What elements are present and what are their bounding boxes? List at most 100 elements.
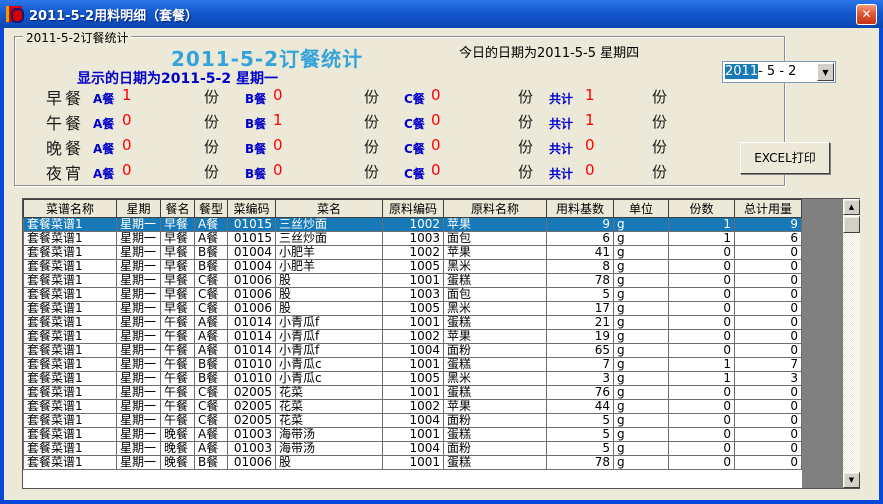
table-cell: 套餐菜谱1 <box>24 386 117 400</box>
table-row[interactable]: 套餐菜谱1星期一午餐A餐01014小青瓜f1004面粉65g00 <box>24 344 802 358</box>
table-cell: 1001 <box>383 428 444 442</box>
table-cell: 01004 <box>228 246 276 260</box>
column-header[interactable]: 菜编码 <box>228 200 276 218</box>
meal-total-value: 0 <box>585 161 595 179</box>
table-cell: 01003 <box>228 428 276 442</box>
table-cell: 晚餐 <box>161 428 195 442</box>
table-cell: 1003 <box>383 232 444 246</box>
table-row[interactable]: 套餐菜谱1星期一早餐A餐01015三丝炒面1002苹果9g19 <box>24 218 802 232</box>
table-cell: 9 <box>547 218 614 232</box>
column-header[interactable]: 餐名 <box>161 200 195 218</box>
table-row[interactable]: 套餐菜谱1星期一早餐A餐01015三丝炒面1003面包6g16 <box>24 232 802 246</box>
table-cell: 小肥羊 <box>276 246 383 260</box>
table-row[interactable]: 套餐菜谱1星期一午餐A餐01014小青瓜f1002苹果19g00 <box>24 330 802 344</box>
scroll-down-icon[interactable]: ▼ <box>843 472 860 488</box>
table-row[interactable]: 套餐菜谱1星期一晚餐A餐01003海带汤1001蛋糕5g00 <box>24 428 802 442</box>
table-row[interactable]: 套餐菜谱1星期一午餐C餐02005花菜1004面粉5g00 <box>24 414 802 428</box>
table-cell: 套餐菜谱1 <box>24 372 117 386</box>
grid-filler <box>802 199 843 488</box>
table-cell: 0 <box>735 400 802 414</box>
table-row[interactable]: 套餐菜谱1星期一午餐C餐02005花菜1001蛋糕76g00 <box>24 386 802 400</box>
table-cell: C餐 <box>195 386 228 400</box>
table-row[interactable]: 套餐菜谱1星期一午餐A餐01014小青瓜f1001蛋糕21g00 <box>24 316 802 330</box>
table-row[interactable]: 套餐菜谱1星期一早餐C餐01006股1003面包5g00 <box>24 288 802 302</box>
table-cell: 5 <box>547 428 614 442</box>
excel-print-button[interactable]: EXCEL打印 <box>740 142 830 174</box>
scroll-up-icon[interactable]: ▲ <box>843 199 860 215</box>
table-cell: 02005 <box>228 414 276 428</box>
meal-c-value: 0 <box>431 161 441 179</box>
table-row[interactable]: 套餐菜谱1星期一早餐C餐01006股1001蛋糕78g00 <box>24 274 802 288</box>
table-cell: 0 <box>669 288 735 302</box>
table-cell: g <box>614 246 669 260</box>
table-cell: 01010 <box>228 358 276 372</box>
meal-c-label: C餐 <box>404 140 425 157</box>
table-cell: 3 <box>735 372 802 386</box>
meal-stat-row: 夜宵A餐0份B餐0份C餐0份共计0份 <box>15 160 784 184</box>
date-combobox-selected-text: 2011 <box>725 64 758 79</box>
app-icon <box>6 6 22 22</box>
table-row[interactable]: 套餐菜谱1星期一晚餐B餐01006股1001蛋糕78g00 <box>24 456 802 470</box>
chevron-down-icon[interactable]: ▼ <box>817 63 834 81</box>
table-cell: 0 <box>735 316 802 330</box>
vertical-scrollbar[interactable]: ▲ ▼ <box>843 199 860 488</box>
close-button[interactable]: ✕ <box>856 4 877 25</box>
meal-name-label: 晚餐 <box>46 135 84 159</box>
table-cell: g <box>614 372 669 386</box>
table-cell: C餐 <box>195 302 228 316</box>
table-cell: 股 <box>276 456 383 470</box>
table-cell: 早餐 <box>161 302 195 316</box>
table-cell: 苹果 <box>444 246 547 260</box>
column-header[interactable]: 餐型 <box>195 200 228 218</box>
column-header[interactable]: 单位 <box>614 200 669 218</box>
table-cell: 套餐菜谱1 <box>24 414 117 428</box>
table-cell: 0 <box>735 246 802 260</box>
table-cell: 星期一 <box>117 442 161 456</box>
table-row[interactable]: 套餐菜谱1星期一早餐C餐01006股1005黑米17g00 <box>24 302 802 316</box>
table-cell: 0 <box>735 428 802 442</box>
table-cell: 0 <box>669 260 735 274</box>
table-row[interactable]: 套餐菜谱1星期一早餐B餐01004小肥羊1002苹果41g00 <box>24 246 802 260</box>
table-row[interactable]: 套餐菜谱1星期一晚餐A餐01003海带汤1004面粉5g00 <box>24 442 802 456</box>
table-cell: 0 <box>669 428 735 442</box>
table-cell: 黑米 <box>444 302 547 316</box>
table-row[interactable]: 套餐菜谱1星期一午餐B餐01010小青瓜c1005黑米3g13 <box>24 372 802 386</box>
table-cell: 星期一 <box>117 274 161 288</box>
meal-a-value: 0 <box>122 111 132 129</box>
meal-name-label: 午餐 <box>46 110 84 134</box>
table-cell: 5 <box>547 414 614 428</box>
scrollbar-thumb[interactable] <box>843 216 860 233</box>
table-cell: C餐 <box>195 288 228 302</box>
table-row[interactable]: 套餐菜谱1星期一午餐C餐02005花菜1002苹果44g00 <box>24 400 802 414</box>
table-row[interactable]: 套餐菜谱1星期一早餐B餐01004小肥羊1005黑米8g00 <box>24 260 802 274</box>
table-cell: 1002 <box>383 218 444 232</box>
column-header[interactable]: 原料名称 <box>444 200 547 218</box>
table-cell: 44 <box>547 400 614 414</box>
table-cell: B餐 <box>195 260 228 274</box>
table-cell: 苹果 <box>444 218 547 232</box>
column-header[interactable]: 总计用量 <box>735 200 802 218</box>
table-cell: 小青瓜f <box>276 316 383 330</box>
unit-label: 份 <box>364 111 379 132</box>
table-cell: 78 <box>547 274 614 288</box>
column-header[interactable]: 份数 <box>669 200 735 218</box>
table-cell: 1004 <box>383 414 444 428</box>
column-header[interactable]: 原料编码 <box>383 200 444 218</box>
date-combobox[interactable]: 2011- 5 - 2 ▼ <box>722 61 836 83</box>
table-cell: g <box>614 260 669 274</box>
table-cell: 78 <box>547 456 614 470</box>
table-cell: g <box>614 400 669 414</box>
meal-c-label: C餐 <box>404 115 425 132</box>
unit-label: 份 <box>204 136 219 157</box>
meal-total-label: 共计 <box>549 90 573 107</box>
table-row[interactable]: 套餐菜谱1星期一午餐B餐01010小青瓜c1001蛋糕7g17 <box>24 358 802 372</box>
table-cell: 0 <box>735 442 802 456</box>
column-header[interactable]: 用料基数 <box>547 200 614 218</box>
table-cell: 01006 <box>228 274 276 288</box>
unit-label: 份 <box>518 86 533 107</box>
table-cell: 蛋糕 <box>444 456 547 470</box>
column-header[interactable]: 星期 <box>117 200 161 218</box>
table-cell: 三丝炒面 <box>276 232 383 246</box>
column-header[interactable]: 菜名 <box>276 200 383 218</box>
column-header[interactable]: 菜谱名称 <box>24 200 117 218</box>
